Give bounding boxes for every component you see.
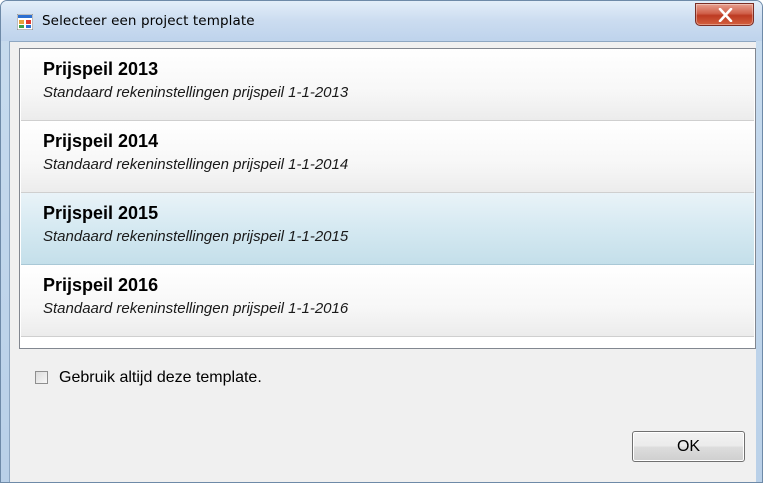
template-description: Standaard rekeninstellingen prijspeil 1-… — [43, 228, 349, 245]
template-item-2014[interactable]: Prijspeil 2014 Standaard rekeninstelling… — [21, 121, 754, 193]
template-title: Prijspeil 2014 — [43, 131, 159, 151]
dialog-body: Prijspeil 2013 Standaard rekeninstelling… — [9, 41, 756, 482]
template-description: Standaard rekeninstellingen prijspeil 1-… — [43, 84, 349, 101]
template-title: Prijspeil 2016 — [43, 275, 159, 295]
template-title: Prijspeil 2015 — [43, 203, 159, 223]
title-bar[interactable]: Selecteer een project template — [1, 1, 762, 41]
template-item-2013[interactable]: Prijspeil 2013 Standaard rekeninstelling… — [21, 49, 754, 121]
template-description: Standaard rekeninstellingen prijspeil 1-… — [43, 156, 349, 173]
dialog-window: Selecteer een project template Prijspeil… — [0, 0, 763, 483]
close-button[interactable] — [695, 3, 754, 26]
template-list[interactable]: Prijspeil 2013 Standaard rekeninstelling… — [19, 48, 756, 349]
template-item-2015[interactable]: Prijspeil 2015 Standaard rekeninstelling… — [21, 193, 754, 265]
always-use-checkbox[interactable] — [35, 371, 48, 384]
close-icon — [718, 8, 733, 22]
template-item-2016[interactable]: Prijspeil 2016 Standaard rekeninstelling… — [21, 265, 754, 337]
template-title: Prijspeil 2013 — [43, 59, 159, 79]
window-title: Selecteer een project template — [42, 13, 255, 29]
ok-button[interactable]: OK — [632, 431, 745, 462]
template-description: Standaard rekeninstellingen prijspeil 1-… — [43, 300, 349, 317]
always-use-label[interactable]: Gebruik altijd deze template. — [59, 367, 262, 389]
app-window-icon — [16, 13, 34, 31]
